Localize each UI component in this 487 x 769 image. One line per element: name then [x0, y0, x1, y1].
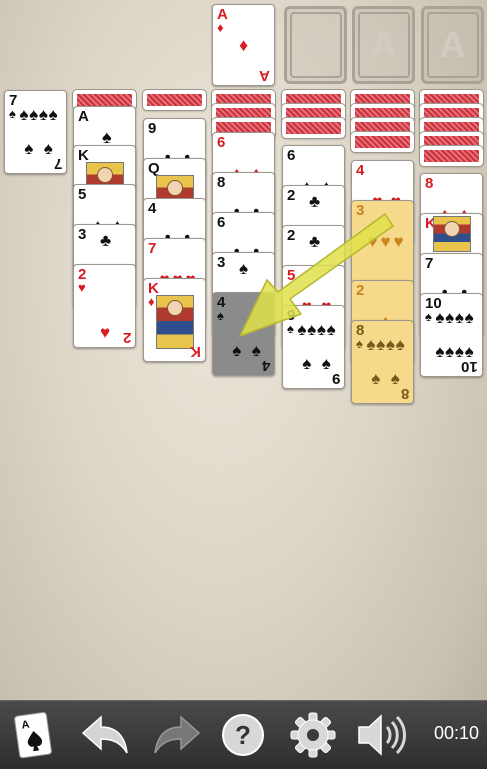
card-suit: ♠ [425, 309, 432, 324]
king-face-image [156, 295, 194, 349]
facedown-card [419, 145, 484, 167]
card-rank-bottom: 7 [53, 155, 62, 172]
card-rank-bottom: 2 [122, 329, 131, 346]
card-rank: 6 [217, 214, 226, 231]
card-rank: 8 [425, 175, 434, 192]
game-board: A ♦ ♦ A A A A 7 ♠ ♠♠♠♠♠♠ 7 A ♠ K 5 ♠♠ 3 … [0, 0, 487, 700]
card-rank-bottom: A [259, 67, 270, 84]
card-suit: ♦ [217, 20, 224, 35]
card-rank: 6 [287, 147, 296, 164]
card-rank: 4 [356, 162, 365, 179]
card-rank: 6 [217, 134, 226, 151]
card-rank: 4 [148, 200, 157, 217]
column-1-card-5[interactable]: 2 ♥ ♥ 2 [73, 264, 136, 348]
game-timer: 00:10 [433, 723, 479, 743]
help-button[interactable]: ? [217, 709, 269, 761]
foundation-label: A [426, 12, 479, 78]
card-rank: 3 [217, 254, 226, 271]
card-rank: 9 [148, 120, 157, 137]
card-rank-bottom: K [190, 343, 201, 360]
gear-icon [290, 712, 336, 758]
undo-button[interactable] [80, 709, 132, 761]
sound-button[interactable] [355, 709, 407, 761]
column-6-card-4[interactable]: 10 ♠ ♠ ♠ ♠ ♠ ♠ ♠ ♠ ♠ 10 [420, 293, 483, 377]
foundation-slot-1[interactable]: A [284, 6, 347, 84]
card-suit: ♥ [78, 280, 86, 295]
ace-card-icon: A [14, 712, 52, 759]
foundation-slot-3[interactable]: A [421, 6, 484, 84]
card-rank-bottom: 8 [400, 385, 409, 402]
card-rank: 2 [287, 187, 296, 204]
card-pips: ♠ ♠ ♠ ♠ ♠ ♠ [19, 104, 58, 158]
card-rank: 8 [217, 174, 226, 191]
card-pip: ♣ [100, 231, 112, 250]
foundation-slot-2[interactable]: A [352, 6, 415, 84]
card-suit: ♠ [9, 106, 16, 121]
card-pip: ♥ [100, 323, 111, 342]
card-pip: ♦ [239, 35, 249, 55]
redo-arrow-icon [154, 715, 201, 754]
hint-arrow-icon [238, 212, 395, 338]
card-rank: 3 [78, 226, 87, 243]
card-suit: ♠ [217, 308, 224, 323]
settings-button[interactable] [287, 709, 339, 761]
card-rank-bottom: 10 [461, 358, 478, 375]
card-rank: 7 [425, 255, 434, 272]
foundation-label: A [357, 12, 410, 78]
foundation-diamonds[interactable]: A ♦ ♦ A [212, 4, 275, 86]
bottom-toolbar: A ? 00:10 [0, 700, 487, 769]
card-suit: ♦ [148, 294, 155, 309]
waste-card[interactable]: 7 ♠ ♠ ♠ ♠ ♠ ♠ ♠ 7 [4, 90, 67, 174]
card-rank-bottom: 9 [331, 370, 340, 387]
undo-arrow-icon [81, 715, 128, 754]
facedown-card [281, 117, 346, 139]
column-2-card-5[interactable]: K ♦ K [143, 278, 206, 362]
speaker-icon [358, 714, 406, 756]
facedown-card [350, 131, 415, 153]
redo-button[interactable] [150, 709, 202, 761]
svg-text:?: ? [235, 720, 251, 750]
card-rank: 5 [78, 186, 87, 203]
new-game-button[interactable]: A [8, 709, 60, 761]
card-rank: 7 [148, 240, 157, 257]
foundation-label: A [289, 12, 342, 78]
king-face-image [433, 216, 471, 252]
card-rank: K [78, 147, 89, 164]
card-rank-bottom: 4 [261, 357, 270, 374]
question-mark-icon: ? [222, 714, 264, 756]
facedown-card [142, 89, 207, 111]
card-rank: A [78, 108, 89, 125]
card-rank: Q [148, 160, 160, 177]
